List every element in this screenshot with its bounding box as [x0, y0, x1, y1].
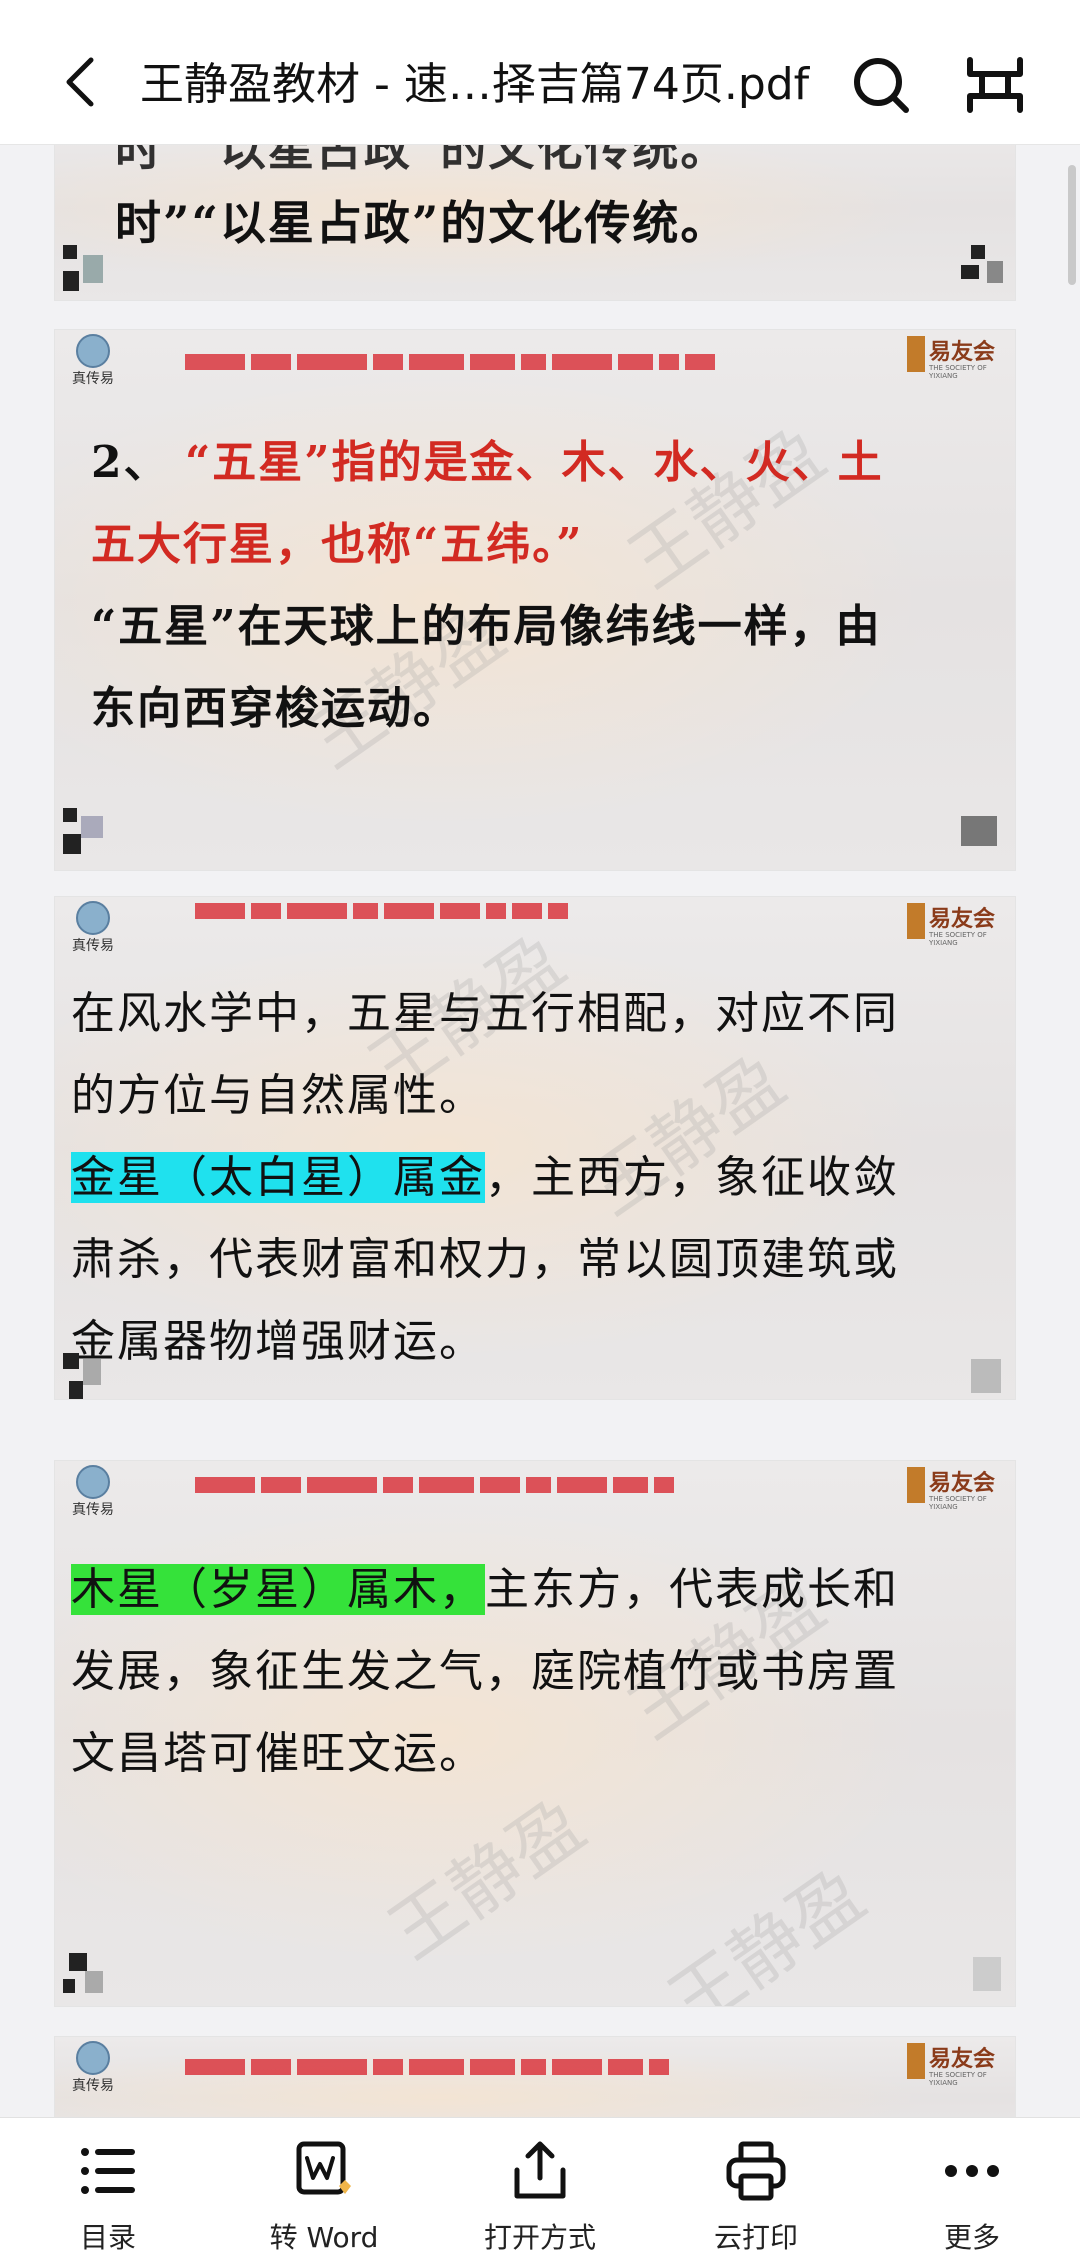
top-bar: 王静盈教材 - 速…择吉篇74页.pdf — [0, 0, 1080, 145]
pdf-page: 王静盈 王静盈 王静盈 真传易 易友会 THE SOCIETY OF YIXIAN… — [55, 1461, 1015, 2006]
clipped-text: 时”“以星占政”的文化传统。 — [115, 145, 729, 176]
highlighted-line: 金星（太白星）属金，主西方，象征收敛 — [71, 1141, 899, 1205]
pdf-page: 真传易 易友会 THE SOCIETY OF YIXIANG — [55, 2037, 1015, 2117]
page-text: 文昌塔可催旺文运。 — [71, 1728, 485, 1779]
yiyouhui-logo: 易友会 THE SOCIETY OF YIXIANG — [907, 901, 1007, 947]
green-highlight: 木星（岁星）属木， — [71, 1564, 485, 1615]
vertical-scrollbar[interactable] — [1068, 165, 1076, 285]
qr-code-icon — [63, 1353, 109, 1399]
red-heading-line: 五大行星，也称“五纬。” — [91, 519, 584, 570]
qr-code-icon — [961, 1953, 1007, 1999]
page-text: “五星”在天球上的布局像纬线一样，由 — [91, 601, 882, 652]
pdf-page: 王静盈 王静盈 真传易 易友会 THE SOCIETY OF YIXIANG 2、… — [55, 330, 1015, 870]
qr-code-icon — [63, 245, 109, 291]
search-icon[interactable] — [848, 52, 914, 118]
toolbar-label: 云打印 — [713, 2221, 798, 2254]
redacted-header-bar — [195, 903, 568, 919]
expand-icon[interactable] — [962, 52, 1028, 118]
qr-code-icon — [961, 245, 1007, 291]
open-with-button[interactable]: 打开方式 — [440, 2136, 640, 2256]
page-text: 主东方，代表成长和 — [485, 1564, 899, 1615]
page-text: 东向西穿梭运动。 — [91, 683, 459, 734]
page-text: 在风水学中，五星与五行相配，对应不同 — [71, 988, 899, 1039]
highlighted-line: 木星（岁星）属木，主东方，代表成长和 — [71, 1553, 899, 1617]
pdf-page: 王静盈 王静盈 真传易 易友会 THE SOCIETY OF YIXIANG 在风… — [55, 897, 1015, 1399]
zhenchuanyi-logo: 真传易 — [63, 2041, 123, 2103]
qr-code-icon — [961, 1353, 1007, 1399]
redacted-header-bar — [195, 1477, 674, 1493]
page-text: 肃杀，代表财富和权力，常以圆顶建筑或 — [71, 1234, 899, 1285]
red-heading-line: “五星”指的是金、木、水、火、土 — [185, 437, 884, 488]
qr-code-icon — [63, 1953, 109, 1999]
page-text: 金属器物增强财运。 — [71, 1316, 485, 1367]
convert-word-icon — [289, 2136, 359, 2206]
zhenchuanyi-logo: 真传易 — [63, 1465, 123, 1527]
page-text: ，主西方，象征收敛 — [485, 1152, 899, 1203]
more-button[interactable]: 更多 — [872, 2136, 1072, 2256]
qr-code-icon — [961, 808, 1007, 854]
cyan-highlight: 金星（太白星）属金 — [71, 1152, 485, 1203]
convert-word-button[interactable]: 转 Word — [224, 2136, 424, 2256]
document-title: 王静盈教材 - 速…择吉篇74页.pdf — [140, 59, 810, 110]
qr-code-icon — [63, 808, 109, 854]
pdf-page: 时”“以星占政”的文化传统。 时”“以星占政”的文化传统。 — [55, 145, 1015, 300]
toolbar-label: 更多 — [943, 2221, 1000, 2254]
list-icon — [73, 2136, 143, 2206]
redacted-header-bar — [185, 2059, 669, 2075]
yiyouhui-logo: 易友会 THE SOCIETY OF YIXIANG — [907, 1465, 1007, 1511]
toolbar-label: 目录 — [79, 2221, 136, 2254]
list-number: 2、 — [91, 437, 170, 488]
page-text: 的方位与自然属性。 — [71, 1070, 485, 1121]
toolbar-label: 打开方式 — [483, 2221, 596, 2254]
yiyouhui-logo: 易友会 THE SOCIETY OF YIXIANG — [907, 334, 1007, 380]
toolbar-label: 转 Word — [269, 2221, 379, 2254]
watermark: 王静盈 — [654, 1852, 880, 2006]
pdf-viewport[interactable]: 时”“以星占政”的文化传统。 时”“以星占政”的文化传统。 王静盈 王静盈 真传… — [0, 145, 1080, 2117]
back-chevron-icon[interactable] — [55, 52, 115, 112]
share-upload-icon — [505, 2136, 575, 2206]
zhenchuanyi-logo: 真传易 — [63, 334, 123, 396]
more-dots-icon — [937, 2136, 1007, 2206]
printer-icon — [721, 2136, 791, 2206]
redacted-header-bar — [185, 354, 715, 370]
page-text: 时”“以星占政”的文化传统。 — [115, 196, 729, 250]
yiyouhui-logo: 易友会 THE SOCIETY OF YIXIANG — [907, 2041, 1007, 2087]
page-text: 发展，象征生发之气，庭院植竹或书房置 — [71, 1646, 899, 1697]
zhenchuanyi-logo: 真传易 — [63, 901, 123, 963]
cloud-print-button[interactable]: 云打印 — [656, 2136, 856, 2256]
bottom-toolbar: 目录 转 Word 打开方式 云打印 更多 — [0, 2117, 1080, 2263]
toc-button[interactable]: 目录 — [8, 2136, 208, 2256]
watermark: 王静盈 — [374, 1782, 600, 1976]
